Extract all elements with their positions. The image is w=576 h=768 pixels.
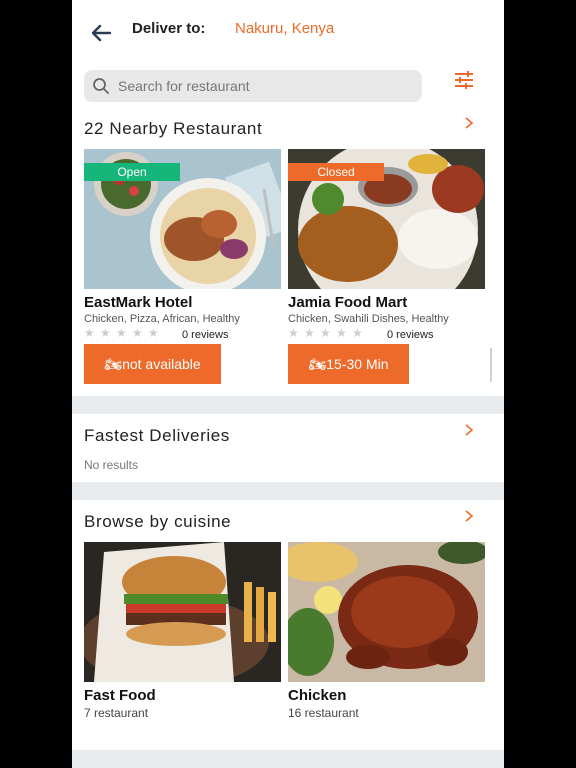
search-input[interactable]: Search for restaurant bbox=[84, 70, 422, 102]
burger-image bbox=[84, 542, 281, 682]
search-icon bbox=[93, 78, 109, 94]
deliver-to-label: Deliver to: bbox=[132, 20, 206, 37]
star-icon: ★ bbox=[148, 326, 159, 340]
horizontal-scrollbar[interactable] bbox=[490, 348, 492, 382]
restaurant-categories: Chicken, Pizza, African, Healthy bbox=[84, 313, 240, 325]
star-icon: ★ bbox=[304, 326, 315, 340]
nearby-chevron-right-icon[interactable] bbox=[464, 117, 474, 129]
star-icon: ★ bbox=[100, 326, 111, 340]
star-icon: ★ bbox=[84, 326, 95, 340]
empty-state-text: No results bbox=[84, 458, 139, 472]
cuisine-title: Browse by cuisine bbox=[84, 512, 232, 531]
motorbike-icon: 🏍 bbox=[104, 356, 123, 372]
cuisine-image-fast-food[interactable] bbox=[84, 542, 281, 682]
status-badge-closed: Closed bbox=[288, 163, 384, 181]
rating-stars: ★ ★ ★ ★ ★ bbox=[84, 327, 160, 341]
star-icon: ★ bbox=[116, 326, 127, 340]
delivery-time-button[interactable]: 🏍15-30 Min bbox=[288, 344, 409, 384]
app-screen: Deliver to: Nakuru, Kenya Search for res… bbox=[72, 0, 504, 768]
restaurant-name[interactable]: EastMark Hotel bbox=[84, 294, 192, 311]
delivery-location-link[interactable]: Nakuru, Kenya bbox=[235, 20, 334, 37]
cuisine-name[interactable]: Fast Food bbox=[84, 687, 156, 704]
nearby-title: 22 Nearby Restaurant bbox=[84, 119, 263, 138]
cuisine-chevron-right-icon[interactable] bbox=[464, 510, 474, 522]
fastest-title: Fastest Deliveries bbox=[84, 426, 230, 445]
star-icon: ★ bbox=[288, 326, 299, 340]
star-icon: ★ bbox=[336, 326, 347, 340]
restaurant-name[interactable]: Jamia Food Mart bbox=[288, 294, 407, 311]
cuisine-restaurant-count: 16 restaurant bbox=[288, 706, 359, 720]
rating-stars: ★ ★ ★ ★ ★ bbox=[288, 327, 364, 341]
status-badge-open: Open bbox=[84, 163, 180, 181]
star-icon: ★ bbox=[352, 326, 363, 340]
roast-chicken-image bbox=[288, 542, 485, 682]
star-icon: ★ bbox=[320, 326, 331, 340]
review-count: 0 reviews bbox=[182, 329, 229, 341]
fastest-chevron-right-icon[interactable] bbox=[464, 424, 474, 436]
motorbike-icon: 🏍 bbox=[308, 356, 327, 372]
star-icon: ★ bbox=[132, 326, 143, 340]
delivery-time-label: 15-30 Min bbox=[326, 356, 389, 372]
back-arrow-icon[interactable] bbox=[88, 20, 114, 46]
top-bar: Deliver to: Nakuru, Kenya bbox=[72, 0, 504, 65]
review-count: 0 reviews bbox=[387, 329, 434, 341]
cuisine-image-chicken[interactable] bbox=[288, 542, 485, 682]
filter-icon[interactable] bbox=[454, 70, 474, 90]
cuisine-restaurant-count: 7 restaurant bbox=[84, 706, 149, 720]
cuisine-name[interactable]: Chicken bbox=[288, 687, 346, 704]
delivery-time-label: not available bbox=[122, 356, 201, 372]
delivery-time-button[interactable]: 🏍not available bbox=[84, 344, 221, 384]
search-placeholder: Search for restaurant bbox=[118, 78, 250, 94]
restaurant-categories: Chicken, Swahili Dishes, Healthy bbox=[288, 313, 449, 325]
